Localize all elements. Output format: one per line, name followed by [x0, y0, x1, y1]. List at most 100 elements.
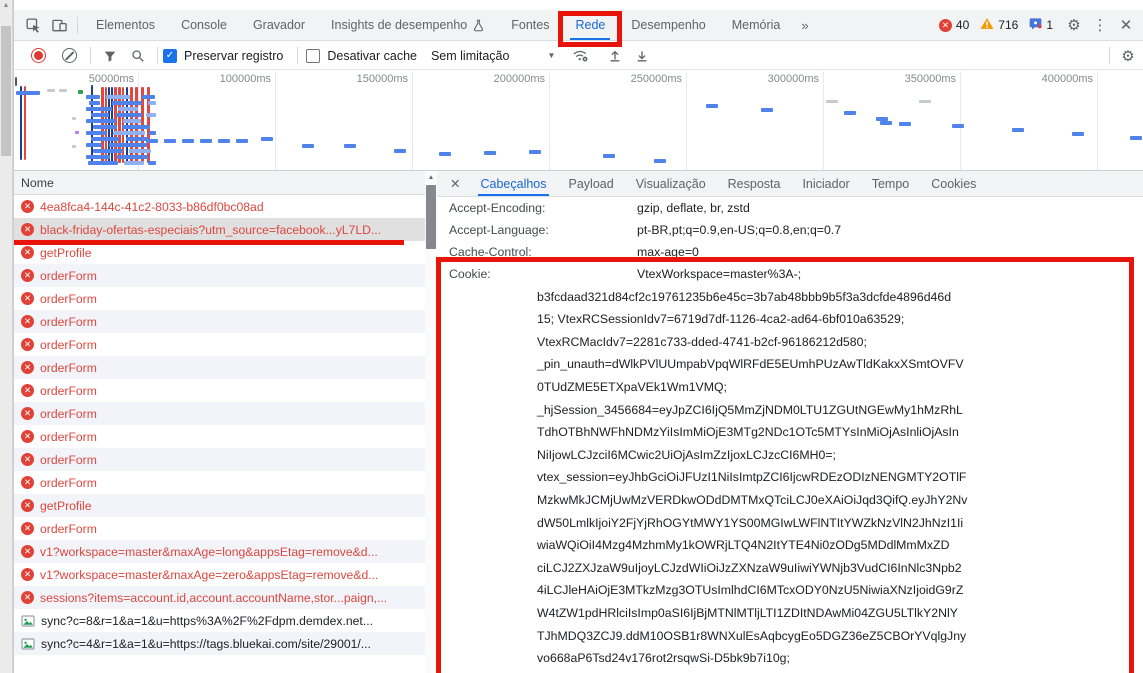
tab-fontes[interactable]: Fontes	[498, 10, 562, 40]
waterfall-bar	[826, 100, 838, 103]
error-count: 40	[956, 18, 969, 32]
cookie-value-line: VtexWorkspace=master%3A-;	[537, 263, 1131, 286]
request-row[interactable]: ✕v1?workspace=master&maxAge=zero&appsEta…	[14, 563, 425, 586]
page-scrollbar[interactable]: ▲	[0, 0, 13, 673]
preserve-log-checkbox[interactable]: ✓	[163, 49, 177, 63]
disable-cache-checkbox[interactable]	[306, 49, 320, 63]
tab-desempenho[interactable]: Desempenho	[618, 10, 718, 40]
device-toolbar-icon[interactable]	[46, 12, 72, 38]
request-row[interactable]: ✕orderForm	[14, 379, 425, 402]
details-tab-tempo[interactable]: Tempo	[861, 171, 921, 196]
request-row[interactable]: ✕orderForm	[14, 402, 425, 425]
settings-gear-icon[interactable]: ⚙	[1061, 12, 1087, 38]
page-scrollbar-thumb[interactable]	[1, 26, 11, 156]
request-row[interactable]: ✕orderForm	[14, 287, 425, 310]
request-name: v1?workspace=master&maxAge=long&appsEtag…	[40, 545, 378, 559]
waterfall-bar	[112, 101, 142, 105]
cookie-value[interactable]: VtexWorkspace=master%3A-;b3fcdaad321d84c…	[537, 263, 1131, 670]
disable-cache-toggle[interactable]: Desativar cache	[306, 49, 417, 63]
header-value[interactable]: pt-BR,pt;q=0.9,en-US;q=0.8,en;q=0.7	[637, 223, 841, 237]
cookie-value-line: wiaWQiOiI4Mzg4MzhmMy1kOWRjLTQ4N2ItYTE4Ni…	[537, 534, 1131, 557]
header-name: Accept-Language:	[449, 223, 637, 237]
request-name: orderForm	[40, 522, 97, 536]
waterfall-bar	[123, 119, 141, 123]
request-row[interactable]: sync?c=8&r=1&a=1&u=https%3A%2F%2Fdpm.dem…	[14, 609, 425, 632]
image-file-icon	[21, 614, 35, 628]
request-list-scrollbar-thumb[interactable]	[426, 185, 436, 249]
header-value[interactable]: gzip, deflate, br, zstd	[637, 201, 750, 215]
kebab-menu-icon[interactable]: ⋮	[1087, 12, 1113, 38]
record-network-log-button[interactable]	[31, 48, 46, 63]
error-icon: ✕	[939, 19, 952, 32]
request-row[interactable]: ✕getProfile	[14, 494, 425, 517]
export-har-icon[interactable]	[635, 49, 649, 63]
details-tab-resposta[interactable]: Resposta	[717, 171, 792, 196]
warning-count-badge[interactable]: 716	[980, 17, 1018, 33]
request-list-scrollbar[interactable]: ▲	[425, 171, 437, 673]
details-tab-cabecalhos[interactable]: Cabeçalhos	[469, 171, 557, 196]
network-overview-timeline[interactable]: 50000ms100000ms150000ms200000ms250000ms3…	[14, 71, 1143, 170]
tab-elementos[interactable]: Elementos	[83, 10, 168, 40]
cookie-value-line: TJhMDQ3ZCJ9.ddM10OSB1r8WNXulEsAqbcygEo5D…	[537, 625, 1131, 648]
tab-insights-de-desempenho[interactable]: Insights de desempenho	[318, 10, 498, 40]
request-name: getProfile	[40, 246, 92, 260]
clear-network-log-icon[interactable]	[62, 48, 77, 63]
request-row[interactable]: ✕orderForm	[14, 471, 425, 494]
request-row[interactable]: ✕orderForm	[14, 264, 425, 287]
devtools-window: ▲ ElementosConsole Gravador Insights de de…	[0, 0, 1143, 673]
request-row[interactable]: ✕4ea8fca4-144c-41c2-8033-b86df0bc08ad	[14, 195, 425, 218]
waterfall-bar	[899, 122, 911, 126]
issues-badge[interactable]: 1	[1029, 17, 1053, 33]
request-row[interactable]: ✕black-friday-ofertas-especiais?utm_sour…	[14, 218, 425, 241]
request-row[interactable]: ✕v1?workspace=master&maxAge=long&appsEta…	[14, 540, 425, 563]
more-tabs-icon[interactable]: »	[793, 18, 816, 33]
request-row[interactable]: ✕orderForm	[14, 310, 425, 333]
network-settings-gear-icon[interactable]: ⚙	[1115, 43, 1141, 69]
tab-gravador[interactable]: Gravador	[240, 10, 318, 40]
details-tab-visualizacao[interactable]: Visualização	[625, 171, 717, 196]
waterfall-bar	[122, 125, 150, 129]
preserve-log-toggle[interactable]: ✓ Preservar registro	[163, 49, 283, 63]
timeline-tick-label: 150000ms	[322, 73, 408, 85]
scroll-up-icon[interactable]: ▲	[0, 2, 12, 9]
request-name: orderForm	[40, 407, 97, 421]
header-name: Cache-Control:	[449, 245, 637, 259]
network-conditions-icon[interactable]	[572, 48, 589, 63]
waterfall-bar	[113, 131, 145, 135]
throttling-select[interactable]: Sem limitação ▼	[431, 49, 565, 63]
header-value[interactable]: max-age=0	[637, 245, 699, 259]
request-row[interactable]: ✕orderForm	[14, 425, 425, 448]
request-row[interactable]: ✕orderForm	[14, 448, 425, 471]
tab-console[interactable]: Console	[168, 10, 240, 40]
tab-rede[interactable]: Rede	[562, 10, 618, 40]
issues-count: 1	[1046, 18, 1053, 32]
name-column-header[interactable]: Nome	[14, 171, 425, 195]
request-row[interactable]: ✕sessions?items=account.id,account.accou…	[14, 586, 425, 609]
request-row[interactable]: ✕orderForm	[14, 356, 425, 379]
tab-memoria[interactable]: Memória	[719, 10, 794, 40]
error-icon: ✕	[21, 223, 34, 236]
details-tab-cookies[interactable]: Cookies	[920, 171, 987, 196]
filter-icon[interactable]	[103, 49, 117, 63]
inspect-element-icon[interactable]	[20, 12, 46, 38]
waterfall-bar	[236, 139, 248, 143]
request-name: orderForm	[40, 269, 97, 283]
main-tab-strip: ElementosConsole Gravador Insights de dese…	[83, 10, 793, 40]
close-details-icon[interactable]: ✕	[437, 176, 469, 191]
close-devtools-icon[interactable]: ✕	[1113, 12, 1139, 38]
tab-label: Gravador	[253, 18, 305, 32]
warning-icon	[980, 17, 994, 33]
search-icon[interactable]	[131, 49, 145, 63]
error-icon: ✕	[21, 384, 34, 397]
request-row[interactable]: ✕orderForm	[14, 517, 425, 540]
request-row[interactable]: ✕orderForm	[14, 333, 425, 356]
waterfall-bar	[47, 89, 55, 92]
error-count-badge[interactable]: ✕ 40	[939, 18, 969, 32]
import-har-icon[interactable]	[608, 49, 622, 63]
scroll-up-icon[interactable]: ▲	[425, 174, 437, 181]
details-tab-payload[interactable]: Payload	[558, 171, 625, 196]
header-row: Accept-Language:pt-BR,pt;q=0.9,en-US;q=0…	[437, 219, 1143, 241]
request-row[interactable]: sync?c=4&r=1&a=1&u=https://tags.bluekai.…	[14, 632, 425, 655]
details-tab-iniciador[interactable]: Iniciador	[791, 171, 860, 196]
waterfall-bar	[59, 89, 67, 92]
